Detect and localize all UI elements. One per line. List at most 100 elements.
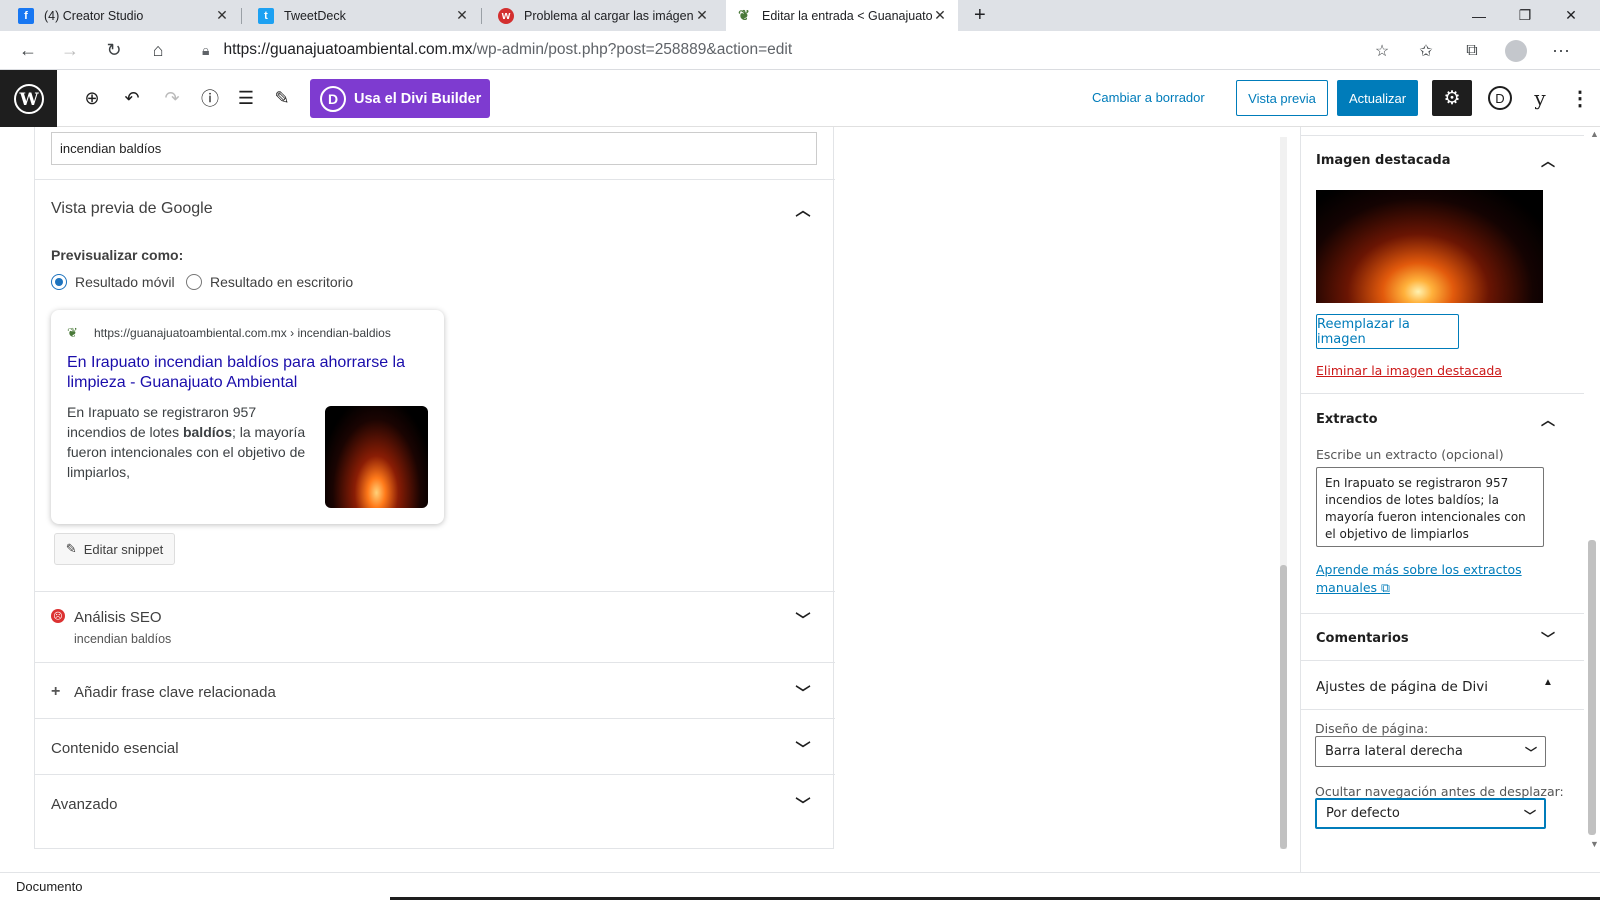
- add-block-button[interactable]: ⊕: [78, 84, 106, 112]
- google-preview-heading[interactable]: Vista previa de Google: [51, 200, 213, 218]
- redo-button[interactable]: ↷: [158, 84, 186, 112]
- close-window-button[interactable]: ✕: [1548, 0, 1594, 31]
- google-snippet-preview[interactable]: ❦ https://guanajuatoambiental.com.mx › i…: [51, 310, 444, 524]
- pencil-icon: ✎: [274, 87, 290, 108]
- settings-button[interactable]: ⚙: [1432, 80, 1472, 116]
- scrollbar-thumb[interactable]: [1280, 565, 1287, 849]
- undo-button[interactable]: ↶: [118, 84, 146, 112]
- divi-builder-button[interactable]: D Usa el Divi Builder: [310, 79, 490, 118]
- chevron-up-icon[interactable]: ︿: [1538, 151, 1558, 171]
- collections-button[interactable]: ⧉: [1456, 31, 1488, 70]
- radio-label: Resultado móvil: [75, 274, 175, 290]
- sidebar-scrollbar[interactable]: ▲ ▼: [1584, 127, 1600, 872]
- featured-image-heading[interactable]: Imagen destacada: [1316, 153, 1450, 168]
- close-tab-icon[interactable]: ✕: [454, 7, 470, 24]
- more-vertical-icon: ⋮: [1570, 87, 1590, 110]
- twitter-icon: t: [258, 7, 274, 24]
- comments-heading[interactable]: Comentarios: [1316, 631, 1409, 646]
- chevron-up-icon[interactable]: ︿: [793, 199, 813, 220]
- add-related-keyphrase-heading[interactable]: Añadir frase clave relacionada: [74, 684, 276, 701]
- focus-keyphrase-input[interactable]: incendian baldíos: [51, 132, 817, 165]
- options-menu-button[interactable]: ⋮: [1566, 84, 1594, 112]
- settings-sidebar: Imagen destacada ︿ Reemplazar la imagen …: [1300, 127, 1584, 872]
- minimize-button[interactable]: —: [1456, 0, 1502, 31]
- forward-button[interactable]: →: [54, 31, 86, 70]
- maximize-button[interactable]: ❐: [1502, 0, 1548, 31]
- browser-tab-tweetdeck[interactable]: t TweetDeck ✕: [248, 0, 480, 31]
- page-layout-label: Diseño de página:: [1315, 721, 1429, 736]
- block-breadcrumb[interactable]: Documento: [16, 879, 82, 894]
- wordpress-logo-button[interactable]: W: [0, 70, 57, 127]
- hide-nav-select[interactable]: Por defecto ﹀: [1315, 798, 1546, 829]
- featured-image-preview[interactable]: [1316, 190, 1543, 303]
- site-favicon-icon: ❦: [738, 7, 750, 23]
- home-button[interactable]: ⌂: [142, 31, 174, 70]
- chevron-down-icon[interactable]: ﹀: [1538, 629, 1558, 649]
- tools-button[interactable]: ✎: [268, 84, 296, 112]
- browser-tab-problema[interactable]: w Problema al cargar las imágenes ✕: [488, 0, 720, 31]
- browser-navigation-bar: ← → ↻ ⌂ 🔒︎ https://guanajuatoambiental.c…: [0, 31, 1600, 70]
- favorites-icon: ✩: [1419, 42, 1433, 60]
- edit-snippet-button[interactable]: ✎ Editar snippet: [54, 533, 175, 565]
- scroll-down-icon[interactable]: ▼: [1590, 839, 1599, 849]
- favorite-star-button[interactable]: ☆: [1366, 31, 1398, 70]
- minimize-icon: —: [1472, 7, 1486, 24]
- tab-title: (4) Creator Studio: [44, 8, 144, 23]
- radio-desktop-result[interactable]: Resultado en escritorio: [186, 274, 353, 290]
- chevron-down-icon: ﹀: [1524, 746, 1537, 760]
- editor-status-bar: Documento: [0, 872, 1600, 900]
- address-bar[interactable]: 🔒︎ https://guanajuatoambiental.com.mx/wp…: [188, 35, 1388, 65]
- yoast-button[interactable]: y: [1526, 84, 1554, 112]
- divi-builder-label: Usa el Divi Builder: [354, 90, 482, 107]
- scroll-up-icon[interactable]: ▲: [1590, 129, 1599, 139]
- site-favicon-icon: ❦: [67, 325, 78, 340]
- divi-settings-button[interactable]: D: [1486, 84, 1514, 112]
- details-button[interactable]: ⓘ: [196, 84, 224, 112]
- chevron-up-icon[interactable]: ︿: [1538, 410, 1558, 430]
- radio-label: Resultado en escritorio: [210, 274, 354, 290]
- scrollbar-thumb[interactable]: [1588, 540, 1596, 835]
- advanced-heading[interactable]: Avanzado: [51, 796, 117, 813]
- outline-button[interactable]: ☰: [232, 84, 260, 112]
- excerpt-heading[interactable]: Extracto: [1316, 412, 1378, 427]
- back-button[interactable]: ←: [12, 31, 44, 70]
- chevron-down-icon: ﹀: [1523, 809, 1536, 823]
- preview-button[interactable]: Vista previa: [1236, 80, 1328, 116]
- browser-tab-editar-entrada[interactable]: ❦ Editar la entrada < Guanajuato A ✕: [726, 0, 958, 31]
- browser-menu-button[interactable]: ···: [1545, 31, 1577, 70]
- excerpt-textarea[interactable]: En Irapuato se registraron 957 incendios…: [1316, 467, 1544, 547]
- close-tab-icon[interactable]: ✕: [932, 7, 948, 24]
- seo-analysis-heading[interactable]: Análisis SEO: [74, 609, 162, 626]
- favorites-button[interactable]: ✩: [1410, 31, 1442, 70]
- chevron-down-icon[interactable]: ﹀: [793, 682, 813, 703]
- hide-nav-label: Ocultar navegación antes de desplazar:: [1315, 784, 1564, 799]
- reload-button[interactable]: ↻: [98, 31, 130, 70]
- browser-tab-creator-studio[interactable]: f (4) Creator Studio ✕: [8, 0, 240, 31]
- close-tab-icon[interactable]: ✕: [694, 7, 710, 24]
- switch-to-draft-link[interactable]: Cambiar a borrador: [1092, 90, 1205, 105]
- browser-tab-bar: f (4) Creator Studio ✕ t TweetDeck ✕ w P…: [0, 0, 1600, 31]
- content-scrollbar[interactable]: [1277, 137, 1290, 849]
- radio-checked-icon: [51, 274, 67, 290]
- excerpt-help-link[interactable]: Aprende más sobre los extractos manuales…: [1316, 561, 1536, 597]
- chevron-down-icon[interactable]: ﹀: [793, 794, 813, 815]
- excerpt-label: Escribe un extracto (opcional): [1316, 447, 1504, 462]
- tab-title: Editar la entrada < Guanajuato A: [762, 8, 932, 23]
- divi-page-settings-heading[interactable]: Ajustes de página de Divi: [1316, 679, 1488, 695]
- profile-button[interactable]: [1500, 31, 1532, 70]
- page-layout-select[interactable]: Barra lateral derecha ﹀: [1315, 736, 1546, 767]
- triangle-up-icon[interactable]: ▲: [1538, 677, 1558, 688]
- chevron-down-icon[interactable]: ﹀: [793, 738, 813, 759]
- snippet-url: https://guanajuatoambiental.com.mx › inc…: [94, 326, 391, 340]
- update-button[interactable]: Actualizar: [1337, 80, 1418, 116]
- remove-featured-image-link[interactable]: Eliminar la imagen destacada: [1316, 363, 1502, 378]
- url-path: /wp-admin/post.php?post=258889&action=ed…: [472, 41, 793, 58]
- new-tab-button[interactable]: +: [964, 0, 994, 31]
- preview-as-label: Previsualizar como:: [51, 247, 184, 263]
- restore-icon: ❐: [1518, 7, 1532, 23]
- chevron-down-icon[interactable]: ﹀: [793, 609, 813, 630]
- close-tab-icon[interactable]: ✕: [214, 7, 230, 24]
- radio-mobile-result[interactable]: Resultado móvil: [51, 274, 175, 290]
- cornerstone-content-heading[interactable]: Contenido esencial: [51, 740, 179, 757]
- replace-image-button[interactable]: Reemplazar la imagen: [1316, 314, 1459, 349]
